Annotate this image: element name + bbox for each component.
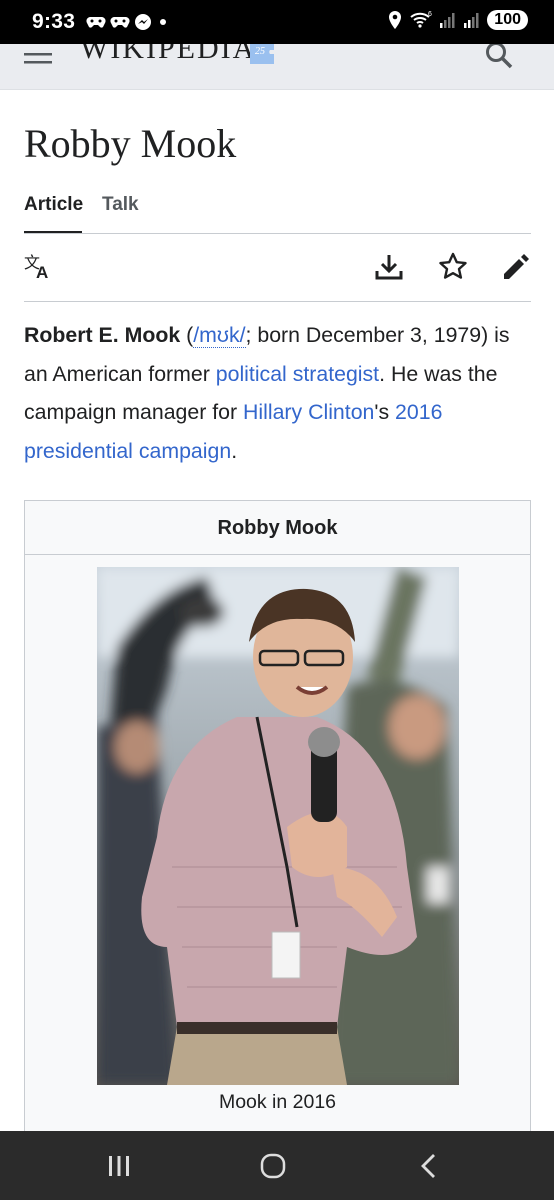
battery-indicator: 100 [487,10,528,30]
signal-icon [464,13,479,28]
subject-name: Robert E. Mook [24,323,181,347]
svg-text:A: A [36,263,48,282]
wiki-header: WIKIPEDIA 25 [0,44,554,90]
signal-icon [440,13,455,28]
back-icon[interactable] [414,1151,444,1181]
language-icon[interactable]: 文 A [24,252,54,282]
link-political-strategist[interactable]: political strategist [216,362,379,386]
birth-text: ; born December 3, 1979) [245,323,489,347]
wifi-icon: 6 [410,11,432,28]
infobox-photo[interactable] [97,567,459,1085]
messenger-icon [135,14,151,30]
recent-apps-icon[interactable] [104,1151,134,1181]
home-icon[interactable] [258,1151,288,1181]
notification-icons [86,13,170,31]
page-actions: 文 A [24,234,531,302]
lead-paragraph: Robert E. Mook (/mʊk/; born December 3, … [24,316,536,470]
wikipedia-logo[interactable]: WIKIPEDIA [80,44,256,66]
menu-icon[interactable] [24,50,52,70]
infobox: Robby Mook Mook in 2016 [24,500,531,1140]
search-icon[interactable] [484,44,514,70]
lead-text-4: . [231,438,238,463]
tab-talk[interactable]: Talk [102,194,139,233]
article-tabs: Article Talk [24,194,531,234]
android-nav-bar [0,1131,554,1200]
game-controller-icon [110,17,130,28]
game-controller-icon [86,17,106,28]
status-time: 9:33 [32,10,76,33]
page-title: Robby Mook [24,121,237,166]
lead-text-3: 's [374,400,396,424]
status-bar: 9:33 6 100 [0,0,554,44]
dot-icon [160,19,166,25]
link-hillary-clinton[interactable]: Hillary Clinton [243,400,374,424]
svg-text:25: 25 [255,46,265,57]
edit-icon[interactable] [501,252,531,282]
status-right: 6 100 [387,10,528,30]
infobox-caption: Mook in 2016 [218,1091,337,1113]
tab-article[interactable]: Article [24,194,83,233]
location-icon [389,11,402,29]
star-icon[interactable] [438,252,468,282]
svg-text:6: 6 [428,11,432,18]
anniversary-badge-icon: 25 [250,44,274,64]
pronunciation-link[interactable]: /mʊk/ [193,323,246,348]
infobox-title: Robby Mook [25,501,530,555]
download-icon[interactable] [374,252,404,282]
